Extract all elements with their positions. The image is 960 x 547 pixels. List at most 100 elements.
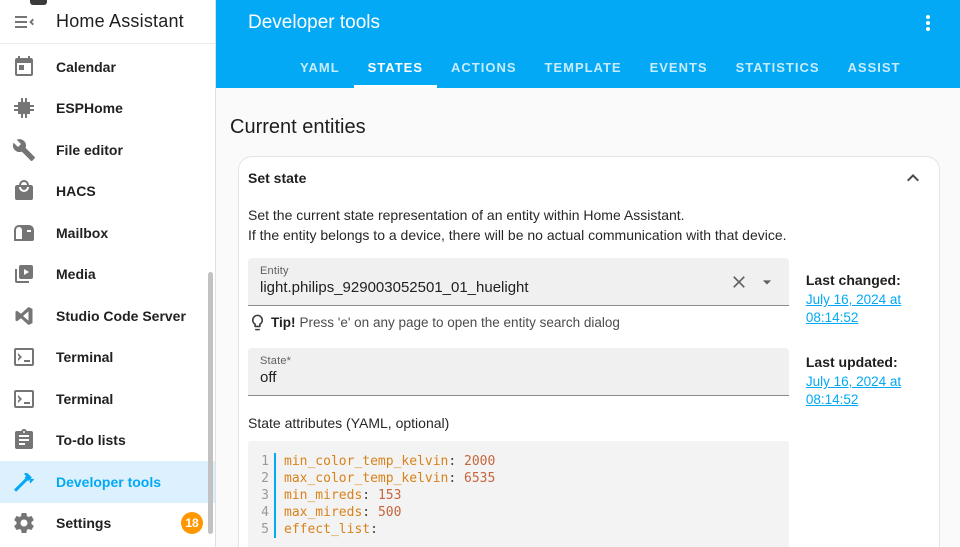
- chevron-up-icon[interactable]: [901, 166, 925, 190]
- last-changed-block: Last changed: July 16, 2024 at 08:14:52: [806, 271, 930, 326]
- sidebar-item-terminal[interactable]: Terminal: [0, 378, 215, 420]
- yaml-editor[interactable]: 1min_color_temp_kelvin: 20002max_color_t…: [248, 441, 789, 547]
- scrolled-item-artifact: [30, 0, 47, 5]
- app-header: Developer tools YAMLSTATESACTIONSTEMPLAT…: [216, 0, 960, 88]
- clear-entity-icon[interactable]: [729, 272, 749, 292]
- yaml-code: max_color_temp_kelvin: 6535: [274, 470, 495, 487]
- shopping-bag-icon: [12, 179, 36, 203]
- line-number: 1: [252, 453, 274, 470]
- tip-bold: Tip!: [271, 315, 296, 330]
- page-header-title: Developer tools: [248, 12, 380, 34]
- tab-yaml[interactable]: YAML: [286, 51, 354, 88]
- calendar-icon: [12, 55, 36, 79]
- entity-field-label: Entity: [260, 265, 719, 277]
- state-field-value: off: [260, 369, 719, 386]
- sidebar-item-label: Settings: [56, 515, 111, 531]
- page-title: Current entities: [230, 116, 366, 139]
- yaml-line-3: 3min_mireds: 153: [252, 487, 789, 504]
- sidebar-header: Home Assistant: [0, 0, 215, 44]
- sidebar-item-label: Developer tools: [56, 474, 161, 490]
- state-field-label: State*: [260, 355, 719, 367]
- panel-header[interactable]: Set state: [239, 157, 939, 199]
- sidebar-item-terminal[interactable]: Terminal: [0, 337, 215, 379]
- sidebar-item-settings[interactable]: Settings 18: [0, 503, 215, 545]
- form-column: Entity light.philips_929003052501_01_hue…: [248, 258, 789, 547]
- line-number: 5: [252, 521, 274, 538]
- yaml-code: min_color_temp_kelvin: 2000: [274, 453, 495, 470]
- sidebar-item-label: ESPHome: [56, 100, 123, 116]
- yaml-code: max_mireds: 500: [274, 504, 401, 521]
- hammer-icon: [12, 470, 36, 494]
- sidebar-item-label: HACS: [56, 183, 96, 199]
- mailbox-icon: [12, 221, 36, 245]
- sidebar-item-developer-tools[interactable]: Developer tools: [0, 461, 215, 503]
- tab-assist[interactable]: ASSIST: [834, 51, 915, 88]
- line-number: 3: [252, 487, 274, 504]
- sidebar-item-mailbox[interactable]: Mailbox: [0, 212, 215, 254]
- sidebar-item-calendar[interactable]: Calendar: [0, 46, 215, 88]
- clipboard-list-icon: [12, 428, 36, 452]
- sidebar-item-label: Media: [56, 266, 96, 282]
- set-state-panel: Set state Set the current state represen…: [238, 156, 940, 547]
- attributes-label: State attributes (YAML, optional): [248, 415, 789, 431]
- sidebar-item-label: Calendar: [56, 59, 116, 75]
- tip-text: Press 'e' on any page to open the entity…: [300, 315, 620, 330]
- main-content: Current entities Set state Set the curre…: [216, 88, 960, 547]
- gear-icon: [12, 511, 36, 535]
- yaml-line-4: 4max_mireds: 500: [252, 504, 789, 521]
- sidebar-scrollbar[interactable]: [208, 272, 213, 534]
- tab-template[interactable]: TEMPLATE: [531, 51, 636, 88]
- sidebar-item-label: Terminal: [56, 391, 113, 407]
- terminal-icon: [12, 387, 36, 411]
- tab-statistics[interactable]: STATISTICS: [722, 51, 834, 88]
- last-changed-label: Last changed:: [806, 271, 930, 289]
- yaml-line-1: 1min_color_temp_kelvin: 2000: [252, 453, 789, 470]
- play-box-multiple-icon: [12, 262, 36, 286]
- yaml-code: min_mireds: 153: [274, 487, 401, 504]
- last-updated-link[interactable]: July 16, 2024 at 08:14:52: [806, 373, 930, 408]
- yaml-line-5: 5effect_list:: [252, 521, 789, 538]
- overflow-menu-icon[interactable]: [916, 11, 940, 35]
- panel-description: Set the current state representation of …: [248, 205, 930, 245]
- sidebar-item-file-editor[interactable]: File editor: [0, 129, 215, 171]
- terminal-icon: [12, 345, 36, 369]
- description-line-1: Set the current state representation of …: [248, 207, 685, 223]
- lightbulb-icon: [248, 313, 267, 332]
- sidebar-item-studio-code-server[interactable]: Studio Code Server: [0, 295, 215, 337]
- state-field[interactable]: State* off: [248, 348, 789, 396]
- vscode-icon: [12, 304, 36, 328]
- chip-icon: [12, 96, 36, 120]
- notification-badge: 18: [181, 512, 203, 534]
- yaml-code: effect_list:: [274, 521, 378, 538]
- panel-title: Set state: [248, 170, 306, 186]
- tab-bar: YAMLSTATESACTIONSTEMPLATEEVENTSSTATISTIC…: [286, 51, 914, 88]
- sidebar-item-label: Studio Code Server: [56, 308, 186, 324]
- line-number: 4: [252, 504, 274, 521]
- tab-events[interactable]: EVENTS: [636, 51, 722, 88]
- tab-actions[interactable]: ACTIONS: [437, 51, 531, 88]
- entity-tip: Tip! Press 'e' on any page to open the e…: [248, 313, 789, 332]
- entity-dropdown-icon[interactable]: [757, 272, 777, 292]
- yaml-line-2: 2max_color_temp_kelvin: 6535: [252, 470, 789, 487]
- sidebar-item-label: Mailbox: [56, 225, 108, 241]
- last-updated-block: Last updated: July 16, 2024 at 08:14:52: [806, 353, 930, 408]
- sidebar-toggle-icon[interactable]: [12, 10, 36, 34]
- tab-states[interactable]: STATES: [354, 51, 437, 88]
- sidebar-item-to-do-lists[interactable]: To-do lists: [0, 420, 215, 462]
- app-title: Home Assistant: [56, 11, 184, 32]
- sidebar-nav: Calendar ESPHome File editor HACS Mailbox Med…: [0, 44, 215, 544]
- last-updated-label: Last updated:: [806, 353, 930, 371]
- description-line-2: If the entity belongs to a device, there…: [248, 227, 787, 243]
- sidebar-item-media[interactable]: Media: [0, 254, 215, 296]
- line-number: 2: [252, 470, 274, 487]
- sidebar: Home Assistant Calendar ESPHome File edito…: [0, 0, 216, 547]
- sidebar-item-label: File editor: [56, 142, 123, 158]
- sidebar-item-label: To-do lists: [56, 432, 126, 448]
- last-changed-link[interactable]: July 16, 2024 at 08:14:52: [806, 291, 930, 326]
- sidebar-item-esphome[interactable]: ESPHome: [0, 88, 215, 130]
- sidebar-item-hacs[interactable]: HACS: [0, 171, 215, 213]
- entity-field-value: light.philips_929003052501_01_huelight: [260, 279, 719, 296]
- sidebar-item-label: Terminal: [56, 349, 113, 365]
- meta-column: Last changed: July 16, 2024 at 08:14:52 …: [806, 258, 930, 547]
- entity-field[interactable]: Entity light.philips_929003052501_01_hue…: [248, 258, 789, 306]
